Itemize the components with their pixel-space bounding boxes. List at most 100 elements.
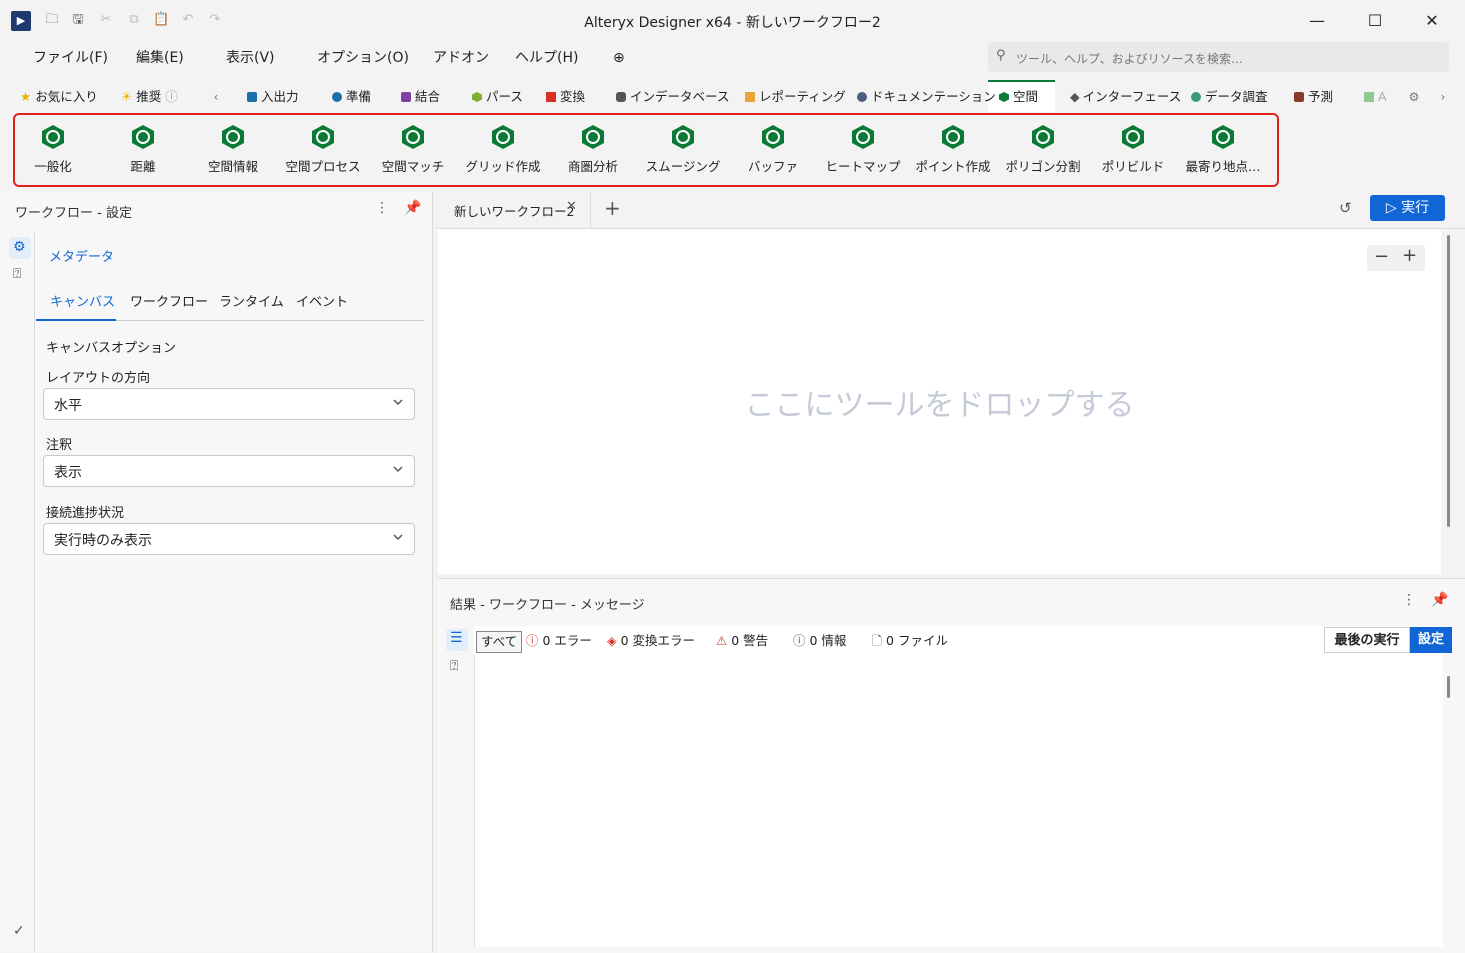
tab-favorites[interactable]: ★ お気に入り: [20, 88, 98, 106]
filter-conversion-errors[interactable]: ◈ 0 変換エラー: [607, 631, 695, 651]
conversion-error-icon: ◈: [607, 633, 617, 648]
filter-files[interactable]: 🗋 0 ファイル: [872, 631, 948, 651]
pin-icon[interactable]: 📌: [1431, 592, 1448, 608]
search-icon: ⚲: [996, 48, 1006, 63]
canvas-options-heading: キャンバスオプション: [46, 341, 177, 356]
play-icon: ▷: [1385, 200, 1397, 216]
tab-recommended[interactable]: ☀ 推奨 ⓘ: [121, 88, 178, 106]
tabs-scroll-left-button[interactable]: ‹: [207, 88, 225, 106]
close-button[interactable]: ✕: [1409, 6, 1455, 36]
left-panel-title: ワークフロー - 設定: [15, 206, 132, 221]
info-icon: ⓘ: [793, 633, 806, 648]
tab-inout[interactable]: 入出力: [247, 88, 299, 106]
layout-value: 水平: [54, 398, 82, 414]
last-run-button[interactable]: 最後の実行: [1324, 627, 1410, 653]
redo-icon[interactable]: ↷: [207, 12, 223, 28]
filter-errors[interactable]: ⓘ 0 エラー: [526, 631, 592, 651]
annotation-label: 注釈: [46, 438, 73, 453]
database-icon: [616, 92, 626, 102]
error-icon: ⓘ: [526, 633, 539, 648]
paste-icon[interactable]: 📋: [153, 12, 169, 28]
progress-select[interactable]: 実行時のみ表示: [43, 523, 415, 555]
square-icon: [401, 92, 411, 102]
more-icon[interactable]: ⋮: [375, 200, 389, 216]
tabs-scroll-right-button[interactable]: ›: [1434, 88, 1452, 106]
annotation-value: 表示: [54, 465, 82, 481]
tab-join[interactable]: 結合: [401, 88, 440, 106]
menu-options[interactable]: オプション(O): [317, 48, 409, 68]
zoom-in-button[interactable]: +: [1402, 245, 1417, 266]
results-scrollbar[interactable]: [1447, 676, 1450, 698]
pin-icon[interactable]: 📌: [404, 200, 421, 216]
document-tab-bar: [437, 192, 1465, 229]
minimize-button[interactable]: —: [1294, 6, 1340, 36]
layout-select[interactable]: 水平: [43, 388, 415, 420]
filter-warnings[interactable]: ⚠ 0 警告: [716, 631, 768, 651]
filter-all[interactable]: すべて: [476, 631, 523, 653]
tab-prep[interactable]: 準備: [332, 88, 371, 106]
history-icon[interactable]: ↺: [1339, 199, 1352, 217]
results-settings-button[interactable]: 設定: [1410, 627, 1452, 653]
copy-icon[interactable]: ⧉: [126, 12, 142, 28]
results-content: [474, 655, 1443, 947]
menu-view[interactable]: 表示(V): [226, 48, 275, 68]
globe-icon[interactable]: ⊕: [613, 48, 625, 68]
help-icon[interactable]: ⍰: [450, 658, 458, 674]
tab-ab[interactable]: A: [1364, 88, 1387, 106]
settings-gear-icon[interactable]: ⚙: [13, 239, 26, 255]
info-icon: ⓘ: [165, 89, 178, 104]
menu-addons[interactable]: アドオン: [433, 48, 489, 68]
sun-icon: ☀: [121, 89, 133, 104]
report-icon: [745, 92, 755, 102]
list-icon[interactable]: ☰: [450, 630, 463, 646]
help-icon[interactable]: ⍰: [13, 266, 21, 282]
subtab-runtime[interactable]: ランタイム: [219, 291, 284, 310]
tab-parse[interactable]: パース: [472, 88, 523, 106]
tab-transform[interactable]: 変換: [546, 88, 585, 106]
file-icon: 🗋: [872, 633, 883, 648]
app-logo-icon: ▶: [11, 11, 31, 31]
tab-indatabase[interactable]: インデータベース: [616, 88, 729, 106]
ribbon-highlight: [13, 113, 1279, 187]
document-tab[interactable]: 新しいワークフロー2 ✕: [440, 192, 591, 228]
tab-data-investigation[interactable]: データ調査: [1191, 88, 1268, 106]
subtab-events[interactable]: イベント: [296, 291, 348, 310]
r-icon: [1294, 92, 1304, 102]
more-icon[interactable]: ⋮: [1402, 592, 1416, 608]
undo-icon[interactable]: ↶: [180, 12, 196, 28]
square-icon: [1364, 92, 1374, 102]
check-circle-icon[interactable]: ✓: [13, 923, 25, 939]
star-icon: ★: [20, 89, 32, 104]
gear-icon[interactable]: ⚙: [1405, 88, 1423, 106]
run-button[interactable]: ▷ 実行: [1370, 195, 1445, 221]
save-icon[interactable]: 🖫: [70, 12, 86, 28]
menu-edit[interactable]: 編集(E): [136, 48, 184, 68]
tab-predictive[interactable]: 予測: [1294, 88, 1333, 106]
canvas-drop-hint: ここにツールをドロップする: [744, 388, 1135, 423]
add-tab-button[interactable]: +: [604, 196, 621, 220]
search-placeholder: ツール、ヘルプ、およびリソースを検索…: [1016, 52, 1244, 66]
maximize-button[interactable]: ☐: [1352, 6, 1398, 36]
folder-icon: [247, 92, 257, 102]
menu-file[interactable]: ファイル(F): [33, 48, 108, 68]
close-tab-icon[interactable]: ✕: [566, 199, 577, 214]
warning-icon: ⚠: [716, 633, 728, 648]
zoom-out-button[interactable]: −: [1374, 246, 1389, 267]
filter-info[interactable]: ⓘ 0 情報: [793, 631, 846, 651]
metadata-link[interactable]: メタデータ: [49, 246, 114, 265]
diamond-icon: ◆: [1070, 89, 1080, 104]
hexagon-icon: [472, 92, 482, 102]
subtab-workflow[interactable]: ワークフロー: [130, 291, 208, 310]
menu-help[interactable]: ヘルプ(H): [515, 48, 578, 68]
tab-interface[interactable]: ◆ インターフェース: [1070, 88, 1181, 106]
tab-spatial[interactable]: 空間: [999, 88, 1038, 106]
annotation-select[interactable]: 表示: [43, 455, 415, 487]
new-folder-icon[interactable]: 🗀: [44, 12, 60, 28]
canvas-scrollbar[interactable]: [1447, 235, 1450, 527]
subtab-canvas[interactable]: キャンバス: [50, 291, 115, 310]
square-icon: [546, 92, 556, 102]
cut-icon[interactable]: ✂: [98, 12, 114, 28]
tab-reporting[interactable]: レポーティング: [745, 88, 846, 106]
tab-documentation[interactable]: ドキュメンテーション: [857, 88, 996, 106]
subtab-indicator: [36, 319, 116, 321]
